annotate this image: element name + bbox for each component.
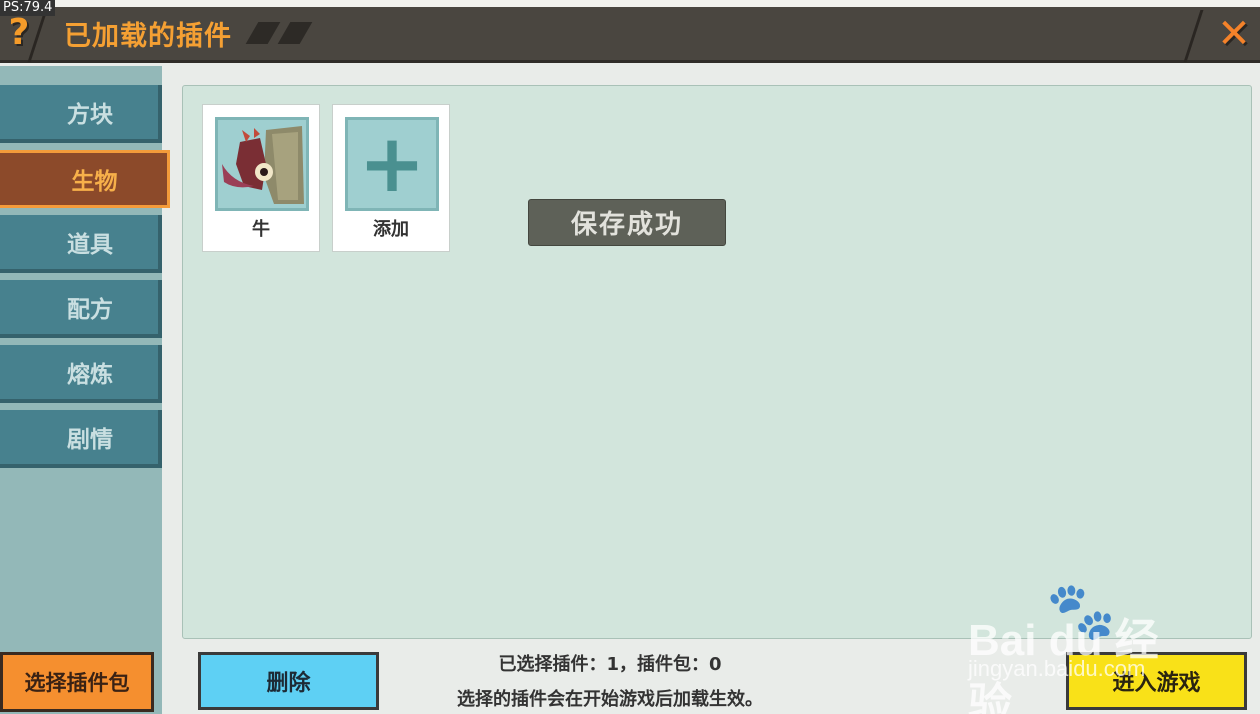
tab-story[interactable]: 剧情 xyxy=(0,410,162,468)
cow-image xyxy=(218,120,306,208)
add-thumbnail: + xyxy=(345,117,439,211)
tab-smelting[interactable]: 熔炼 xyxy=(0,345,162,403)
tab-items[interactable]: 道具 xyxy=(0,215,162,273)
fps-counter: PS:79.4 xyxy=(0,0,56,16)
plus-icon: + xyxy=(358,117,426,210)
add-plugin-label: 添加 xyxy=(373,219,409,240)
tab-creatures[interactable]: 生物 xyxy=(0,150,170,208)
plugin-load-hint: 选择的插件会在开始游戏后加载生效。 xyxy=(457,689,763,710)
cow-thumbnail xyxy=(215,117,309,211)
watermark-url: jingyan.baidu.com xyxy=(968,656,1146,681)
plugin-card-label: 牛 xyxy=(252,219,270,240)
close-icon[interactable]: ✕ xyxy=(1212,11,1256,57)
select-plugin-pack-button[interactable]: 选择插件包 xyxy=(0,652,154,712)
delete-button[interactable]: 删除 xyxy=(198,652,379,710)
baidu-watermark: 🐾 Bai du 经验 jingyan.baidu.com xyxy=(968,578,1198,714)
add-plugin-card[interactable]: + 添加 xyxy=(332,104,450,252)
selection-count-text: 已选择插件：1，插件包：0 xyxy=(498,654,722,675)
plugin-card-cow[interactable]: 牛 xyxy=(202,104,320,252)
save-success-toast: 保存成功 xyxy=(528,199,726,246)
tab-blocks[interactable]: 方块 xyxy=(0,85,162,143)
page-title: 已加载的插件 xyxy=(64,21,232,52)
tab-recipes[interactable]: 配方 xyxy=(0,280,162,338)
top-strip xyxy=(0,0,1260,7)
